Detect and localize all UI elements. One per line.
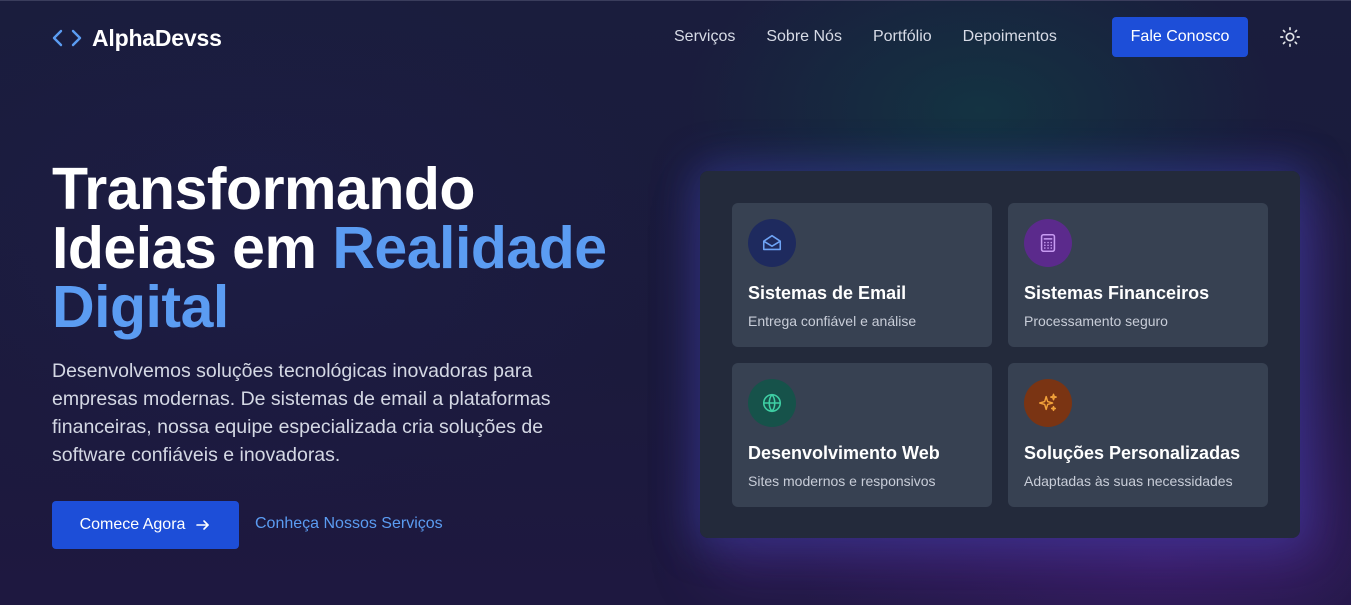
contact-button[interactable]: Fale Conosco bbox=[1112, 17, 1248, 57]
service-icon-badge bbox=[748, 219, 796, 267]
service-subtitle: Sites modernos e responsivos bbox=[748, 473, 936, 489]
calculator-icon bbox=[1040, 233, 1056, 253]
nav-link-portfolio[interactable]: Portfólio bbox=[873, 27, 932, 47]
service-card-email[interactable]: Sistemas de Email Entrega confiável e an… bbox=[732, 203, 992, 347]
hero-title-line2: Ideias em bbox=[52, 215, 333, 281]
service-icon-badge bbox=[1024, 219, 1072, 267]
service-icon-badge bbox=[1024, 379, 1072, 427]
hero-title-accent-digital: Digital bbox=[52, 274, 229, 340]
services-link[interactable]: Conheça Nossos Serviços bbox=[255, 515, 443, 533]
mail-open-icon bbox=[762, 234, 782, 251]
service-card-finance[interactable]: Sistemas Financeiros Processamento segur… bbox=[1008, 203, 1268, 347]
services-panel: Sistemas de Email Entrega confiável e an… bbox=[700, 171, 1300, 538]
service-icon-badge bbox=[748, 379, 796, 427]
service-card-web[interactable]: Desenvolvimento Web Sites modernos e res… bbox=[732, 363, 992, 507]
brand-logo[interactable]: AlphaDevss bbox=[52, 24, 222, 52]
hero-title-accent-realidade: Realidade bbox=[332, 215, 607, 281]
nav-link-sobre-nos[interactable]: Sobre Nós bbox=[766, 27, 842, 47]
hero-title: Transformando Ideias em Realidade Digita… bbox=[52, 160, 692, 337]
start-now-button[interactable]: Comece Agora bbox=[52, 501, 239, 549]
service-subtitle: Processamento seguro bbox=[1024, 313, 1168, 329]
brand-name: AlphaDevss bbox=[92, 24, 222, 51]
main-nav: Serviços Sobre Nós Portfólio Depoimentos bbox=[674, 27, 1088, 47]
service-subtitle: Entrega confiável e análise bbox=[748, 313, 917, 329]
service-subtitle: Adaptadas às suas necessidades bbox=[1024, 473, 1233, 489]
start-now-label: Comece Agora bbox=[79, 516, 186, 533]
service-title: Sistemas de Email bbox=[748, 283, 907, 303]
site-header: AlphaDevss Serviços Sobre Nós Portfólio … bbox=[0, 0, 1351, 76]
hero-title-line1: Transformando bbox=[52, 156, 475, 222]
service-title: Desenvolvimento Web bbox=[748, 443, 940, 463]
sparkles-icon bbox=[1039, 393, 1057, 412]
service-card-custom[interactable]: Soluções Personalizadas Adaptadas às sua… bbox=[1008, 363, 1268, 507]
arrow-right-icon bbox=[196, 520, 210, 530]
sun-icon[interactable] bbox=[1279, 26, 1301, 48]
code-brackets-icon bbox=[52, 29, 82, 47]
service-title: Sistemas Financeiros bbox=[1024, 283, 1210, 303]
nav-link-depoimentos[interactable]: Depoimentos bbox=[963, 27, 1057, 47]
service-title: Soluções Personalizadas bbox=[1024, 443, 1241, 463]
hero-description: Desenvolvemos soluções tecnológicas inov… bbox=[52, 360, 551, 466]
globe-icon bbox=[762, 393, 782, 413]
nav-link-servicos[interactable]: Serviços bbox=[674, 27, 735, 47]
